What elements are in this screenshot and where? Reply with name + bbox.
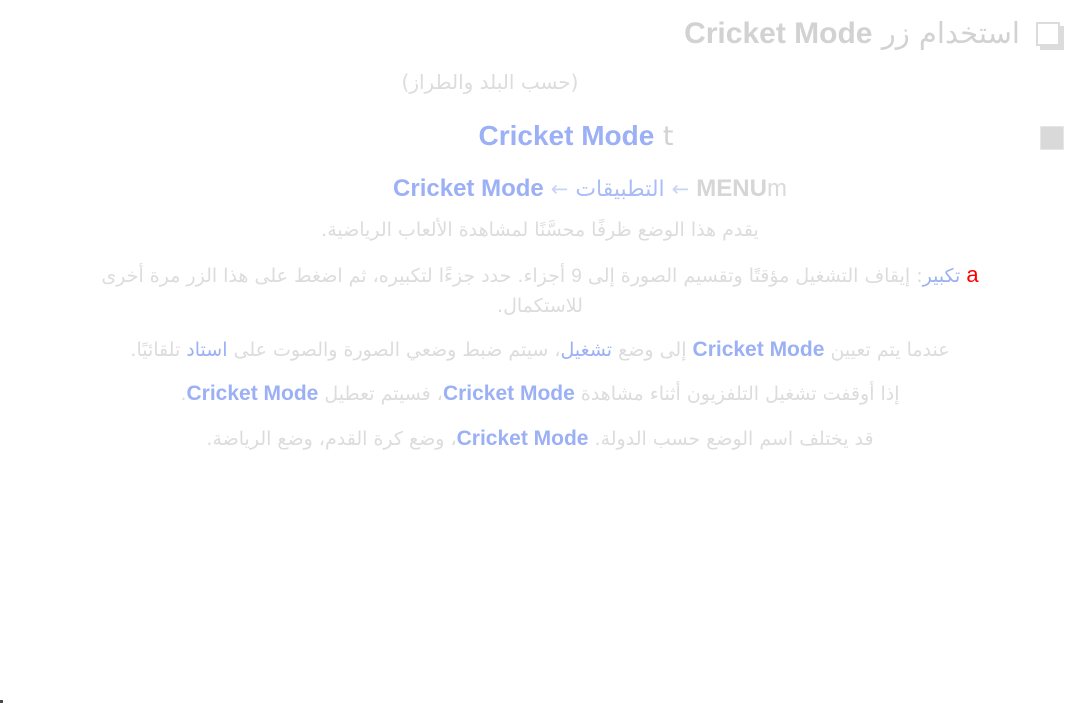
menu-key-label: MENU (696, 175, 767, 202)
paragraph-naming: قد يختلف اسم الوضع حسب الدولة. Cricket M… (100, 423, 980, 456)
corner-artifact-dot (0, 700, 3, 703)
auto-term-cricket-mode: Cricket Mode (692, 337, 825, 361)
path-arrow-icon-2: ← (550, 177, 569, 201)
off-text-part1: إذا أوقفت تشغيل التلفزيون أثناء مشاهدة (580, 383, 900, 406)
heading-row: استخدام زر Cricket Mode (0, 14, 1080, 54)
paragraph-turn-off: إذا أوقفت تشغيل التلفزيون أثناء مشاهدة C… (100, 378, 980, 411)
off-term-cricket-mode-2: Cricket Mode (186, 382, 319, 406)
paragraph-intro: يقدم هذا الوضع ظرفًا محسَّنًا لمشاهدة ال… (321, 219, 759, 241)
zoom-text-part2: أجزاء. حدد جزءًا لتكبيره، ثم اضغط على هذ… (101, 264, 583, 317)
auto-text-part4: تلقائيًا. (130, 338, 181, 361)
menu-path-item-cricket-mode[interactable]: Cricket Mode (393, 175, 544, 202)
page-subtitle: (حسب البلد والطراز) (401, 70, 579, 94)
section-title-suffix: t (662, 121, 674, 152)
menu-path: MENUm←التطبيقات←Cricket Mode (0, 172, 1080, 206)
off-term-cricket-mode-1: Cricket Mode (442, 382, 575, 406)
naming-text-part1: قد يختلف اسم الوضع حسب الدولة. (594, 428, 874, 451)
naming-term-cricket-mode: Cricket Mode (456, 427, 589, 451)
remote-key-a-icon: a (966, 261, 979, 287)
manual-page: استخدام زر Cricket Mode (حسب البلد والطر… (0, 0, 1080, 705)
zoom-number: 9 (571, 265, 582, 287)
filled-square-icon (1040, 126, 1064, 150)
zoom-text-part1: إيقاف التشغيل مؤقتًا وتقسيم الصورة إلى (587, 264, 911, 287)
page-title-arabic: استخدام زر (881, 16, 1020, 50)
menu-key-suffix: m (766, 175, 787, 202)
layered-square-icon (1036, 22, 1064, 50)
menu-path-item-apps[interactable]: التطبيقات (575, 177, 664, 202)
zoom-term: تكبير (922, 264, 961, 287)
paragraph-zoom: a تكبير: إيقاف التشغيل مؤقتًا وتقسيم الص… (100, 258, 980, 322)
paragraph-auto-mode: عندما يتم تعيين Cricket Mode إلى وضع تشغ… (100, 334, 980, 367)
path-arrow-icon-1: ← (671, 177, 690, 201)
off-text-part2: ، فسيتم تعطيل (324, 383, 443, 406)
auto-text-part3: ، سيتم ضبط وضعي الصورة والصوت على (233, 338, 561, 361)
page-title: استخدام زر Cricket Mode (684, 14, 1020, 54)
auto-term-stadium: استاد (186, 338, 228, 361)
section-title: Cricket Mode t (0, 118, 1022, 154)
auto-text-part1: عندما يتم تعيين (830, 338, 950, 361)
page-title-latin: Cricket Mode (684, 17, 873, 50)
naming-text-part2: ، وضع كرة القدم، وضع الرياضة. (206, 428, 457, 451)
auto-text-part2: إلى وضع (618, 338, 687, 361)
auto-term-on: تشغيل (560, 338, 613, 361)
section-heading-row: Cricket Mode t (0, 118, 1080, 154)
section-title-latin: Cricket Mode (478, 120, 655, 151)
body-content: يقدم هذا الوضع ظرفًا محسَّنًا لمشاهدة ال… (0, 216, 1080, 468)
menu-key-button[interactable]: MENUm (696, 175, 787, 202)
